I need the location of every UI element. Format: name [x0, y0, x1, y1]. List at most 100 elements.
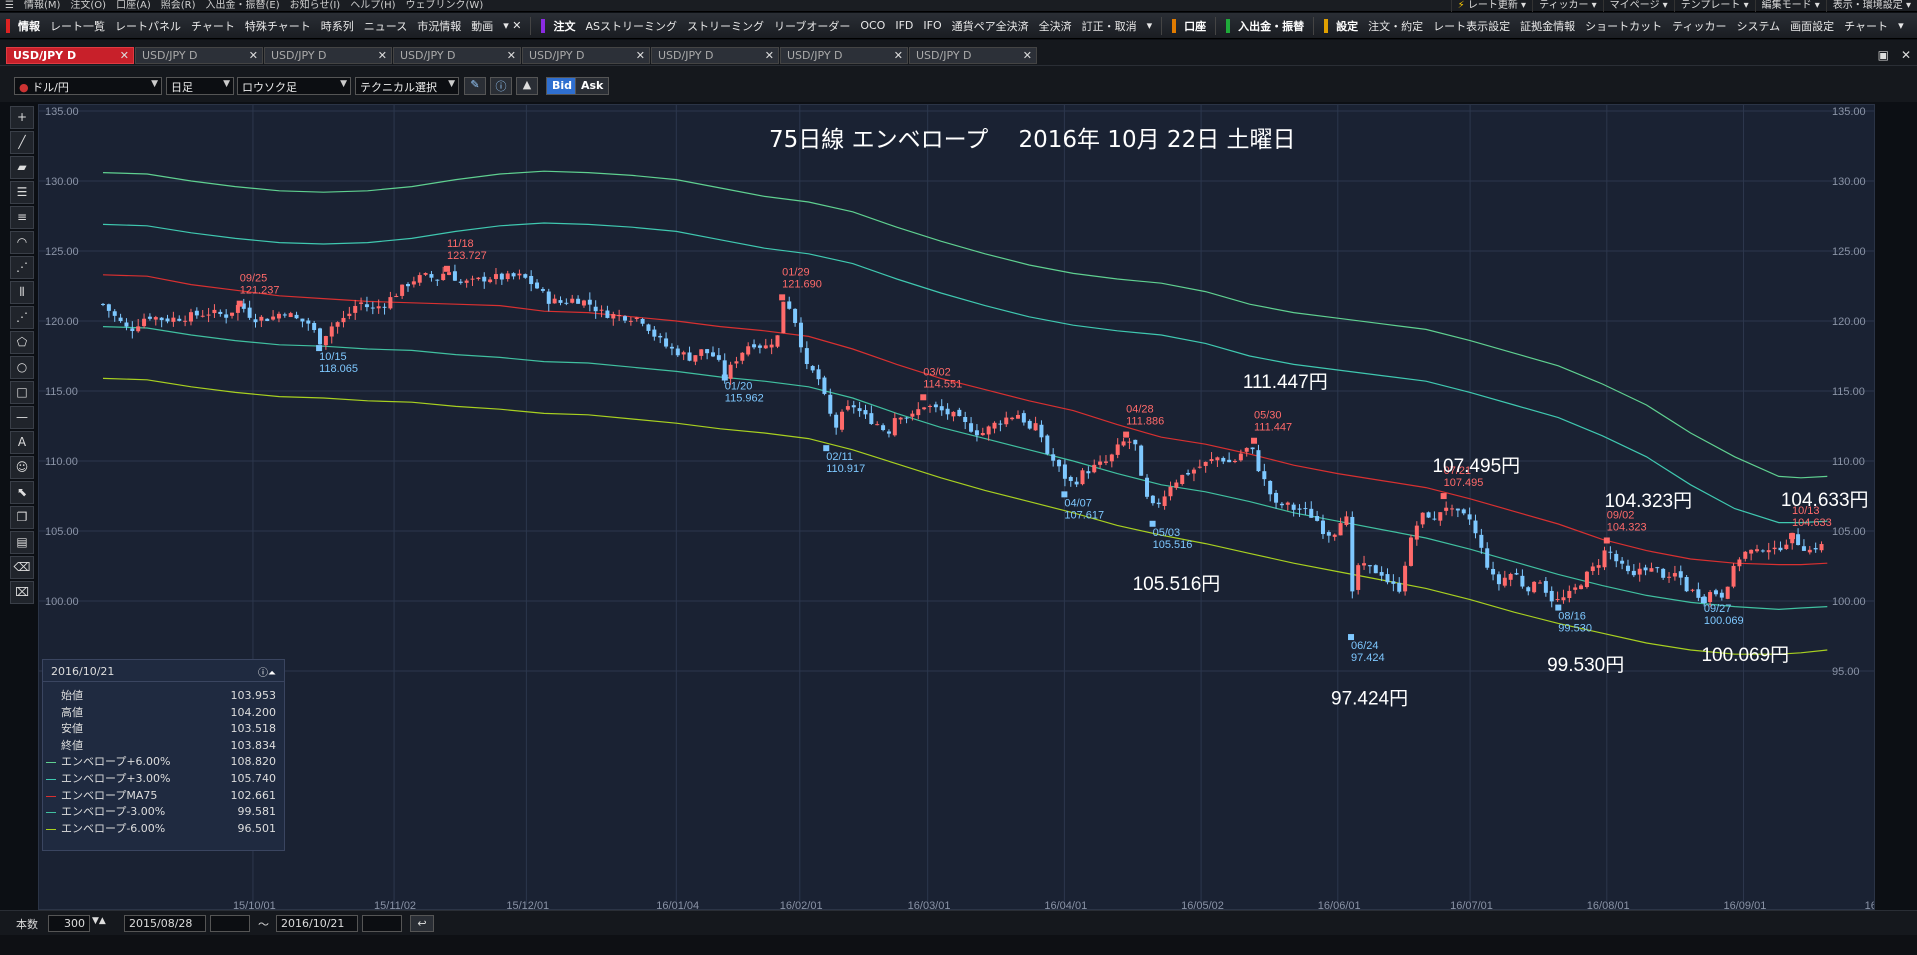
- tab-chart-8[interactable]: USD/JPY D ✕: [909, 47, 1037, 64]
- technical-select[interactable]: テクニカル選択 ▼: [355, 77, 459, 95]
- pencil-icon[interactable]: ✎: [464, 77, 486, 95]
- toolbar-screen-settings[interactable]: 画面設定: [1785, 18, 1839, 34]
- arc-icon[interactable]: ◠: [10, 231, 34, 254]
- menu-deposit[interactable]: 入出金・振替(E): [201, 0, 285, 12]
- tab-chart-6[interactable]: USD/JPY D ✕: [651, 47, 779, 64]
- toolbar-chart[interactable]: チャート: [186, 18, 240, 34]
- channel-icon[interactable]: ⋰: [10, 306, 34, 329]
- tab-chart-7[interactable]: USD/JPY D ✕: [780, 47, 908, 64]
- close-icon[interactable]: ✕: [765, 49, 774, 62]
- tab-chart-3[interactable]: USD/JPY D ✕: [264, 47, 392, 64]
- ask-button[interactable]: Ask: [575, 77, 610, 95]
- count-stepper-icon[interactable]: ▼▲: [92, 916, 106, 926]
- toolbar-streaming[interactable]: ストリーミング: [682, 18, 769, 34]
- toolbar-oco[interactable]: OCO: [855, 19, 890, 32]
- chart-type-select[interactable]: ロウソク足 ▼: [237, 77, 351, 95]
- toolbar-info-more-icon[interactable]: ▾ ✕: [498, 19, 526, 32]
- tab-chart-5[interactable]: USD/JPY D ✕: [522, 47, 650, 64]
- toolbar-margin-info[interactable]: 証拠金情報: [1515, 18, 1580, 34]
- tab-chart-1[interactable]: USD/JPY D ✕: [6, 47, 134, 64]
- cursor-icon[interactable]: ⬉: [10, 481, 34, 504]
- circle-icon[interactable]: ○: [10, 356, 34, 379]
- app-menu-icon[interactable]: ☰: [0, 0, 19, 12]
- close-window-icon[interactable]: ✕: [1901, 48, 1911, 62]
- toolbar-chart-settings[interactable]: チャート: [1839, 18, 1893, 34]
- fan-icon[interactable]: ⋰: [10, 256, 34, 279]
- toolbar-leave-order[interactable]: リーブオーダー: [769, 18, 855, 34]
- trendline-icon[interactable]: ╱: [10, 131, 34, 154]
- delete-icon[interactable]: ▤: [10, 531, 34, 554]
- edit-mode-button[interactable]: 編集モード ▾: [1754, 0, 1826, 12]
- toolbar-order-more-icon[interactable]: ▾: [1142, 19, 1158, 32]
- toolbar-market-info[interactable]: 市況情報: [412, 18, 466, 34]
- toolbar-as-streaming[interactable]: ASストリーミング: [580, 18, 682, 34]
- toolbar-rate-panel[interactable]: レートパネル: [110, 18, 186, 34]
- toolbar-pair-settle[interactable]: 通貨ペア全決済: [947, 18, 1034, 34]
- toolbar-system[interactable]: システム: [1732, 18, 1786, 34]
- account-group-label[interactable]: 口座: [1179, 18, 1211, 34]
- maximize-icon[interactable]: ▣: [1878, 48, 1889, 62]
- toolbar-special-chart[interactable]: 特殊チャート: [240, 18, 316, 34]
- vertical-lines-icon[interactable]: ⦀: [10, 281, 34, 304]
- toolbar-ifd[interactable]: IFD: [890, 19, 918, 32]
- menu-info[interactable]: 情報(M): [19, 0, 65, 12]
- text-icon[interactable]: A: [10, 431, 34, 454]
- close-icon[interactable]: ✕: [894, 49, 903, 62]
- deposit-group-label[interactable]: 入出金・振替: [1233, 18, 1309, 34]
- crosshair-icon[interactable]: +: [10, 106, 34, 129]
- menu-order[interactable]: 注文(O): [65, 0, 111, 12]
- tab-chart-4[interactable]: USD/JPY D ✕: [393, 47, 521, 64]
- close-icon[interactable]: ✕: [378, 49, 387, 62]
- toolbar-settle-all[interactable]: 全決済: [1034, 18, 1077, 34]
- eraser-icon[interactable]: ⌫: [10, 556, 34, 579]
- close-icon[interactable]: ✕: [120, 49, 129, 62]
- count-input[interactable]: 300: [48, 915, 90, 932]
- toolbar-shortcut[interactable]: ショートカット: [1580, 18, 1667, 34]
- eraser-all-icon[interactable]: ⌧: [10, 581, 34, 604]
- toolbar-settings-more-icon[interactable]: ▾: [1893, 19, 1909, 32]
- to-time-input[interactable]: [362, 915, 402, 932]
- mypage-button[interactable]: マイページ ▾: [1602, 0, 1674, 12]
- menu-notice[interactable]: お知らせ(I): [285, 0, 346, 12]
- candlestick-chart[interactable]: 135.00 135.00 130.00 130.00 125.00 125.00 120.…: [39, 105, 1875, 910]
- close-icon[interactable]: ✕: [636, 49, 645, 62]
- pentagon-icon[interactable]: ⬠: [10, 331, 34, 354]
- close-icon[interactable]: ✕: [1023, 49, 1032, 62]
- info-icon[interactable]: ⓘ: [490, 77, 512, 95]
- toolbar-ifo[interactable]: IFO: [918, 19, 946, 32]
- smiley-icon[interactable]: ☺: [10, 456, 34, 479]
- copy-icon[interactable]: ❐: [10, 506, 34, 529]
- toolbar-video[interactable]: 動画: [466, 18, 498, 34]
- toolbar-ticker[interactable]: ティッカー: [1667, 18, 1731, 34]
- area-chart-icon[interactable]: ▲: [516, 77, 538, 95]
- toolbar-amend-cancel[interactable]: 訂正・取消: [1077, 18, 1142, 34]
- horizontal-lines-icon[interactable]: ☰: [10, 181, 34, 204]
- toolbar-news[interactable]: ニュース: [359, 18, 412, 34]
- bid-button[interactable]: Bid: [546, 77, 579, 95]
- info-collapse-icon[interactable]: ⓘ⏶: [258, 664, 276, 679]
- from-date-input[interactable]: 2015/08/28: [124, 915, 206, 932]
- toolbar-order-exec[interactable]: 注文・約定: [1363, 18, 1428, 34]
- template-button[interactable]: テンプレート ▾: [1673, 0, 1755, 12]
- fib-lines-icon[interactable]: ≡: [10, 206, 34, 229]
- period-select[interactable]: 日足 ▼: [166, 77, 234, 95]
- currency-pair-select[interactable]: ● ドル/円 ▼: [14, 77, 162, 95]
- menu-account[interactable]: 口座(A): [111, 0, 156, 12]
- toolbar-rate-display[interactable]: レート表示設定: [1428, 18, 1515, 34]
- toolbar-timeseries[interactable]: 時系列: [316, 18, 359, 34]
- rectangle-icon[interactable]: □: [10, 381, 34, 404]
- chart-area[interactable]: 135.00 135.00 130.00 130.00 125.00 125.00 120.…: [38, 104, 1875, 910]
- tab-chart-2[interactable]: USD/JPY D ✕: [135, 47, 263, 64]
- to-date-input[interactable]: 2016/10/21: [276, 915, 358, 932]
- menu-weblink[interactable]: ウェブリンク(W): [401, 0, 489, 12]
- close-icon[interactable]: ✕: [507, 49, 516, 62]
- toolbar-rate-list[interactable]: レート一覧: [45, 18, 110, 34]
- menu-inquiry[interactable]: 照会(R): [156, 0, 201, 12]
- rate-update-button[interactable]: ⚡ レート更新 ▾: [1450, 0, 1532, 12]
- reload-icon[interactable]: ↩: [410, 915, 434, 932]
- close-icon[interactable]: ✕: [249, 49, 258, 62]
- from-time-input[interactable]: [210, 915, 250, 932]
- hline-icon[interactable]: —: [10, 406, 34, 429]
- display-settings-button[interactable]: 表示・環境設定 ▾: [1825, 0, 1917, 12]
- menu-help[interactable]: ヘルプ(H): [345, 0, 400, 12]
